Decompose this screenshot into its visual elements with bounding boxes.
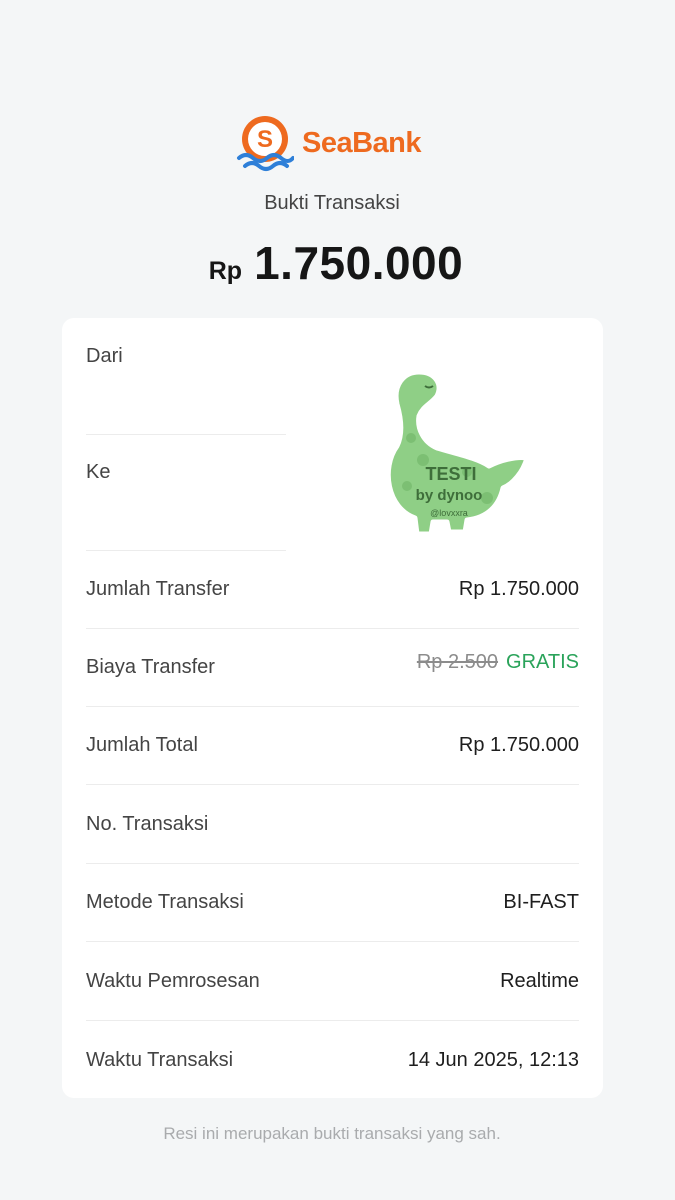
original-fee: Rp 2.500 (416, 651, 499, 673)
processing-time-value: Realtime (500, 970, 579, 992)
total-amount-value: Rp 1.750.000 (458, 734, 579, 756)
sticker-handle: @lovxxra (430, 508, 468, 518)
transaction-time-value: 14 Jun 2025, 12:13 (407, 1049, 579, 1071)
transaction-no-label: No. Transaksi (86, 813, 209, 835)
dinosaur-sticker-icon: TESTI by dynoo @lovxxra (385, 369, 530, 537)
from-section: Dari (86, 318, 286, 435)
total-amount-label: Jumlah Total (86, 734, 198, 756)
transfer-amount-label: Jumlah Transfer (86, 578, 230, 600)
transaction-time-label: Waktu Transaksi (86, 1049, 234, 1071)
row-processing-time: Waktu Pemrosesan Realtime (86, 942, 579, 1021)
to-section: Ke (86, 434, 286, 551)
transaction-amount: Rp 1.750.000 (0, 236, 672, 290)
transaction-details-card: Dari Ke TESTI by dynoo @lovxxra Jumlah T… (62, 318, 603, 1098)
seabank-logo: S SeaBank (236, 114, 422, 172)
sticker-line2: by dynoo (416, 487, 483, 504)
row-transfer-amount: Jumlah Transfer Rp 1.750.000 (86, 550, 579, 629)
transfer-fee-value: Rp 2.500 GRATIS (417, 651, 579, 674)
amount-currency: Rp (208, 257, 243, 285)
method-value: BI-FAST (503, 891, 579, 913)
sticker-line1: TESTI (425, 464, 476, 484)
from-label: Dari (86, 345, 123, 367)
row-transfer-fee: Biaya Transfer Rp 2.500 GRATIS (86, 628, 579, 707)
row-total-amount: Jumlah Total Rp 1.750.000 (86, 706, 579, 785)
method-label: Metode Transaksi (86, 891, 244, 913)
transfer-amount-value: Rp 1.750.000 (458, 578, 579, 600)
row-transaction-time: Waktu Transaksi 14 Jun 2025, 12:13 (86, 1021, 579, 1099)
seabank-logo-icon: S (237, 116, 294, 171)
to-label: Ke (86, 461, 111, 483)
svg-text:S: S (257, 126, 273, 153)
receipt-footer-note: Resi ini merupakan bukti transaksi yang … (163, 1124, 501, 1143)
row-transaction-no: No. Transaksi (86, 785, 579, 864)
processing-time-label: Waktu Pemrosesan (86, 970, 260, 992)
row-method: Metode Transaksi BI-FAST (86, 863, 579, 942)
amount-value: 1.750.000 (254, 237, 464, 289)
transfer-fee-label: Biaya Transfer (86, 656, 215, 678)
receipt-title: Bukti Transaksi (264, 192, 400, 214)
free-badge: GRATIS (506, 651, 579, 673)
brand-name: SeaBank (302, 126, 422, 159)
